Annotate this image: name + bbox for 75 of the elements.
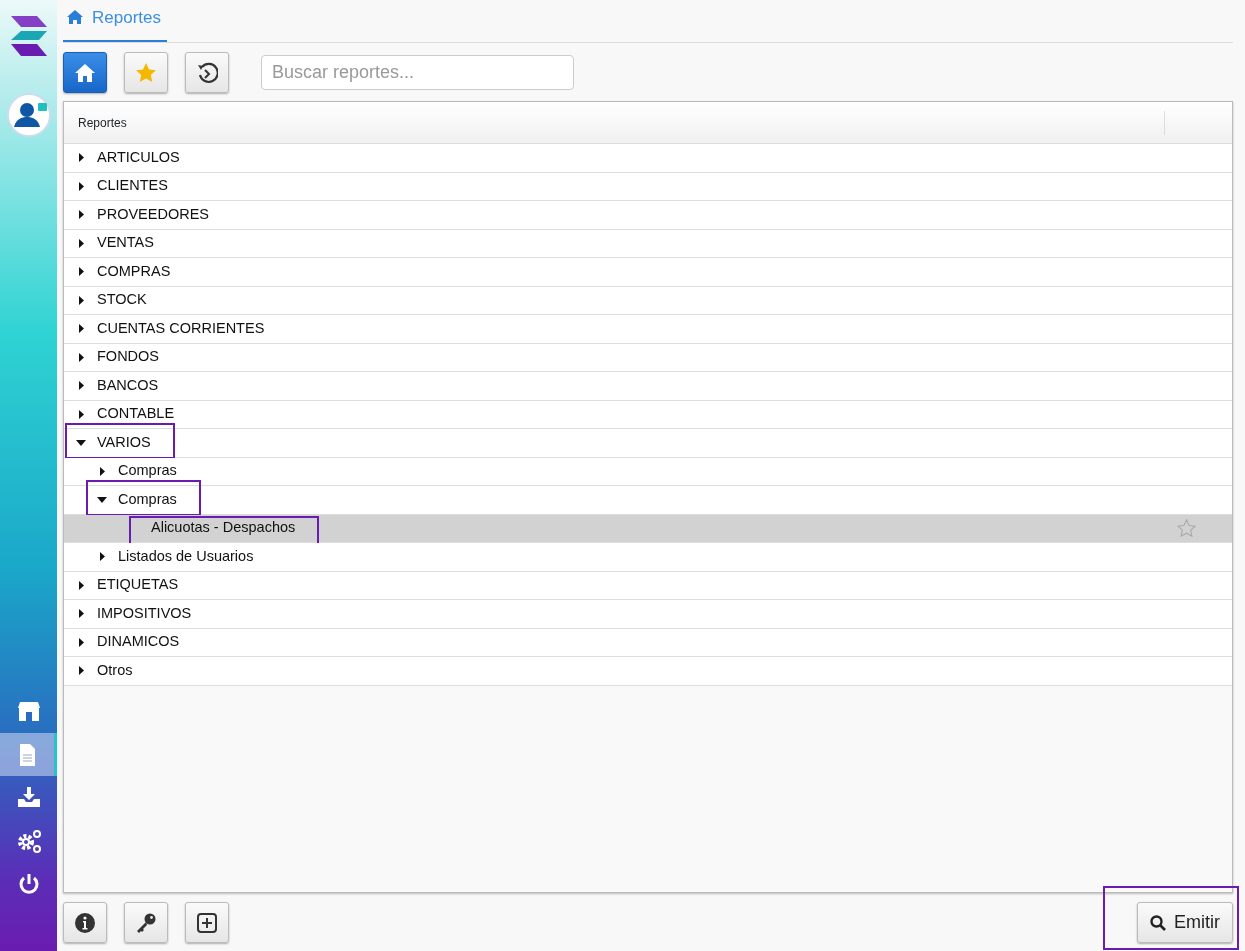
tree-label: Compras xyxy=(118,461,177,481)
tree-label: BANCOS xyxy=(97,375,159,395)
tree-row[interactable]: CUENTAS CORRIENTES xyxy=(64,315,1232,344)
caret-icon[interactable] xyxy=(97,466,107,476)
star-icon xyxy=(135,61,157,84)
tree-row[interactable]: FONDOS xyxy=(64,343,1232,372)
caret-icon[interactable] xyxy=(76,267,86,277)
caret-icon[interactable] xyxy=(76,381,86,391)
tree-row[interactable]: VENTAS xyxy=(64,229,1232,258)
tree-label: ETIQUETAS xyxy=(97,575,179,595)
caret-icon[interactable] xyxy=(76,238,86,248)
tree-row[interactable]: CLIENTES xyxy=(64,172,1232,201)
caret-icon[interactable] xyxy=(76,181,86,191)
add-button[interactable] xyxy=(185,902,229,943)
key-icon xyxy=(135,911,157,934)
settings-icon xyxy=(15,827,42,854)
tree-label: PROVEEDORES xyxy=(97,204,209,224)
tree-row[interactable]: VARIOS xyxy=(64,429,1232,458)
column-header: Reportes xyxy=(77,114,128,132)
tree-row[interactable]: CONTABLE xyxy=(64,400,1232,429)
tree-row[interactable]: Listados de Usuarios xyxy=(64,543,1232,572)
home-button[interactable] xyxy=(63,52,107,93)
home-icon xyxy=(67,10,83,25)
tree-row[interactable]: Alicuotas - Despachos xyxy=(64,514,1232,543)
tree-row[interactable]: ARTICULOS xyxy=(64,144,1232,173)
tree-row[interactable]: BANCOS xyxy=(64,372,1232,401)
caret-icon[interactable] xyxy=(76,352,86,362)
caret-icon[interactable] xyxy=(97,496,107,503)
tree-label: DINAMICOS xyxy=(97,632,180,652)
tree-label: CONTABLE xyxy=(97,404,175,424)
tree-label: ARTICULOS xyxy=(97,147,180,167)
tree-label: VENTAS xyxy=(97,233,154,253)
tree-row[interactable]: PROVEEDORES xyxy=(64,201,1232,230)
tree-row[interactable]: STOCK xyxy=(64,286,1232,315)
tree-row[interactable]: Compras xyxy=(64,486,1232,515)
tree-label: Alicuotas - Despachos xyxy=(151,518,296,538)
tree-label: CLIENTES xyxy=(97,176,168,196)
history-button[interactable] xyxy=(185,52,229,93)
tree-row[interactable]: ETIQUETAS xyxy=(64,571,1232,600)
caret-icon[interactable] xyxy=(76,439,86,446)
caret-icon[interactable] xyxy=(76,637,86,647)
info-button[interactable] xyxy=(63,902,107,943)
search-icon xyxy=(1150,914,1166,931)
home-icon xyxy=(74,61,96,84)
caret-icon[interactable] xyxy=(76,210,86,220)
tree-label: VARIOS xyxy=(97,432,151,452)
tree-label: Otros xyxy=(97,660,133,680)
caret-icon[interactable] xyxy=(76,666,86,676)
info-icon xyxy=(74,911,96,934)
tree-label: COMPRAS xyxy=(97,261,171,281)
tree-row[interactable]: COMPRAS xyxy=(64,258,1232,287)
tree-label: Listados de Usuarios xyxy=(118,546,254,566)
caret-icon[interactable] xyxy=(76,409,86,419)
emit-button[interactable]: Emitir xyxy=(1137,902,1233,943)
caret-icon[interactable] xyxy=(76,609,86,619)
caret-icon[interactable] xyxy=(76,153,86,163)
tree-label: FONDOS xyxy=(97,347,160,367)
tree-label: Compras xyxy=(118,489,177,509)
star-icon[interactable] xyxy=(1177,519,1196,538)
caret-icon[interactable] xyxy=(76,295,86,305)
caret-icon[interactable] xyxy=(97,552,107,562)
tree-row[interactable]: DINAMICOS xyxy=(64,628,1232,657)
tree-label: CUENTAS CORRIENTES xyxy=(97,318,265,338)
tree-label: STOCK xyxy=(97,290,147,310)
key-button[interactable] xyxy=(124,902,168,943)
history-icon xyxy=(196,61,218,84)
tree-label: IMPOSITIVOS xyxy=(97,603,192,623)
tree-row[interactable]: Otros xyxy=(64,657,1232,686)
user-avatar-icon xyxy=(6,93,51,137)
search-field[interactable]: Buscar reportes... xyxy=(261,55,574,90)
add-icon xyxy=(196,911,218,934)
tree-row[interactable]: Compras xyxy=(64,457,1232,486)
caret-icon[interactable] xyxy=(76,324,86,334)
caret-icon[interactable] xyxy=(76,580,86,590)
tree-row[interactable]: IMPOSITIVOS xyxy=(64,600,1232,629)
